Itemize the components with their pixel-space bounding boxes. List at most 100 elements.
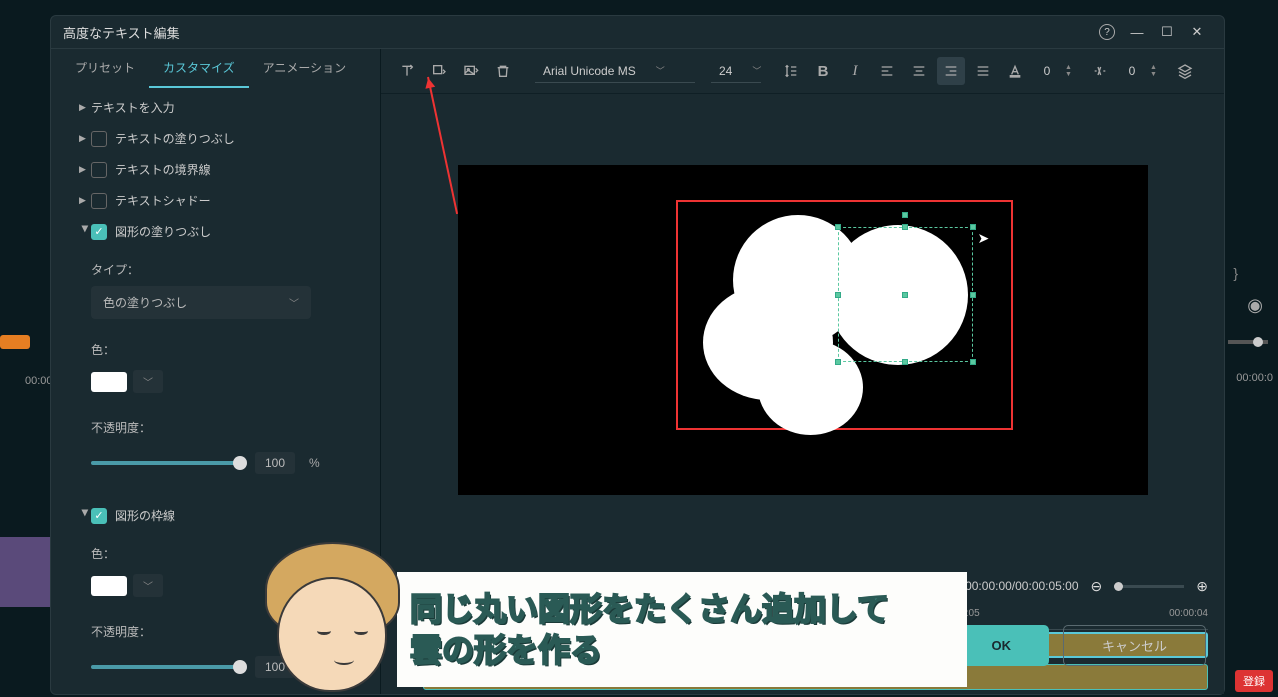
font-select[interactable]: Arial Unicode MS ﹀ [535,60,695,83]
subtitle-text: 同じ丸い図形をたくさん追加して 雲の形を作る [410,589,889,672]
text-color-icon[interactable] [1001,57,1029,85]
spacing-spinner[interactable]: ▲▼ [1065,64,1072,78]
opacity-value[interactable]: 100 [255,452,295,474]
tab-animation[interactable]: アニメーション [249,49,361,88]
prop-text-input[interactable]: ▶ テキストを入力 [51,92,380,123]
color-dropdown-icon[interactable]: ﹀ [133,370,163,393]
tab-customize[interactable]: カスタマイズ [149,49,249,88]
zoom-in-button[interactable]: ⊕ [1196,578,1208,595]
line-spacing-icon[interactable] [777,57,805,85]
help-button[interactable]: ? [1092,18,1122,46]
color-label: 色： [91,333,366,362]
color-picker[interactable]: ﹀ [91,370,366,393]
register-badge[interactable]: 登録 [1235,670,1273,692]
cancel-button[interactable]: キャンセル [1063,625,1206,666]
italic-icon[interactable]: I [841,57,869,85]
bg-zoom-slider[interactable] [1228,340,1268,344]
prop-label: 図形の枠線 [115,507,175,524]
color-dropdown-icon[interactable]: ﹀ [133,574,163,597]
zoom-slider[interactable] [1114,585,1184,588]
align-center-icon[interactable] [905,57,933,85]
resize-handle[interactable] [902,224,908,230]
resize-handle[interactable] [835,359,841,365]
cursor-icon: ➤ [978,230,990,247]
align-left-icon[interactable] [873,57,901,85]
zoom-out-button[interactable]: ⊖ [1091,578,1103,595]
resize-handle[interactable] [970,224,976,230]
dialog-buttons: OK キャンセル [953,625,1206,666]
checkbox-shape-fill[interactable]: ✓ [91,224,107,240]
color-swatch [91,576,127,596]
bg-brace: } [1233,265,1238,281]
font-size: 24 [719,64,732,78]
add-text-icon[interactable] [393,57,421,85]
resize-handle[interactable] [970,292,976,298]
ruler-mark: 00:00:04 [1169,608,1208,619]
center-handle[interactable] [902,292,908,298]
tabs: プリセット カスタマイズ アニメーション [51,49,380,88]
selection-box[interactable] [838,227,973,362]
avatar-character [265,542,400,697]
minimize-button[interactable]: — [1122,18,1152,46]
resize-handle[interactable] [835,224,841,230]
prop-text-shadow[interactable]: ▶ テキストシャドー [51,185,380,216]
opacity-slider[interactable] [91,461,241,465]
letter-width-icon[interactable] [1086,57,1114,85]
preview-area: ➤ [381,94,1224,566]
resize-handle[interactable] [970,359,976,365]
bold-icon[interactable]: B [809,57,837,85]
shape-fill-props: タイプ： 色の塗りつぶし ﹀ 色： ﹀ 不透明度： 100 % [51,247,380,480]
bg-time-left: 00:00 [25,375,53,387]
prop-label: 図形の塗りつぶし [115,223,211,240]
checkbox-text-fill[interactable] [91,131,107,147]
color-swatch [91,372,127,392]
checkbox-shape-border[interactable]: ✓ [91,508,107,524]
tab-preset[interactable]: プリセット [61,49,149,88]
subtitle-line1: 同じ丸い図形をたくさん追加して [410,589,889,631]
font-size-select[interactable]: 24 ﹀ [711,60,761,83]
ok-button[interactable]: OK [953,625,1049,666]
rotate-handle[interactable] [902,212,908,218]
border-opacity-slider[interactable] [91,665,241,669]
prop-label: テキストの塗りつぶし [115,130,235,147]
opacity-unit: % [309,456,320,470]
prop-shape-border[interactable]: ▶ ✓ 図形の枠線 [51,500,380,531]
align-right-icon[interactable] [937,57,965,85]
resize-handle[interactable] [902,359,908,365]
bg-beta-badge [0,335,30,349]
prop-label: テキストシャドー [115,192,211,209]
dialog-title: 高度なテキスト編集 [63,23,1092,42]
align-justify-icon[interactable] [969,57,997,85]
prop-text-fill[interactable]: ▶ テキストの塗りつぶし [51,123,380,154]
text-toolbar: Arial Unicode MS ﹀ 24 ﹀ B I ▲▼ [381,49,1224,94]
chevron-down-icon: ﹀ [289,295,299,310]
prop-label: テキストを入力 [91,99,175,116]
chevron-down-icon: ﹀ [656,64,665,77]
subtitle-line2: 雲の形を作る [410,630,889,672]
type-label: タイプ： [91,253,366,282]
delete-icon[interactable] [489,57,517,85]
resize-handle[interactable] [835,292,841,298]
prop-label: テキストの境界線 [115,161,211,178]
opacity-control: 100 % [91,452,366,474]
chevron-down-icon: ﹀ [752,64,761,77]
close-button[interactable]: ✕ [1182,18,1212,46]
line-height-input[interactable] [1118,64,1146,78]
preview-canvas[interactable]: ➤ [458,165,1148,495]
checkbox-text-border[interactable] [91,162,107,178]
checkbox-text-shadow[interactable] [91,193,107,209]
prop-text-border[interactable]: ▶ テキストの境界線 [51,154,380,185]
maximize-button[interactable]: ☐ [1152,18,1182,46]
snapshot-icon[interactable]: ◉ [1247,295,1263,316]
line-height-spinner[interactable]: ▲▼ [1150,64,1157,78]
char-spacing-input[interactable] [1033,64,1061,78]
add-image-icon[interactable] [457,57,485,85]
bg-time-right: 00:00:0 [1236,372,1273,384]
bg-timeline-purple [0,537,50,607]
time-display: 00:00:00:00/00:00:05:00 [948,579,1078,593]
font-name: Arial Unicode MS [543,64,636,78]
fill-type-select[interactable]: 色の塗りつぶし ﹀ [91,286,311,319]
title-bar: 高度なテキスト編集 ? — ☐ ✕ [51,16,1224,48]
prop-shape-fill[interactable]: ▶ ✓ 図形の塗りつぶし [51,216,380,247]
layers-icon[interactable] [1171,57,1199,85]
